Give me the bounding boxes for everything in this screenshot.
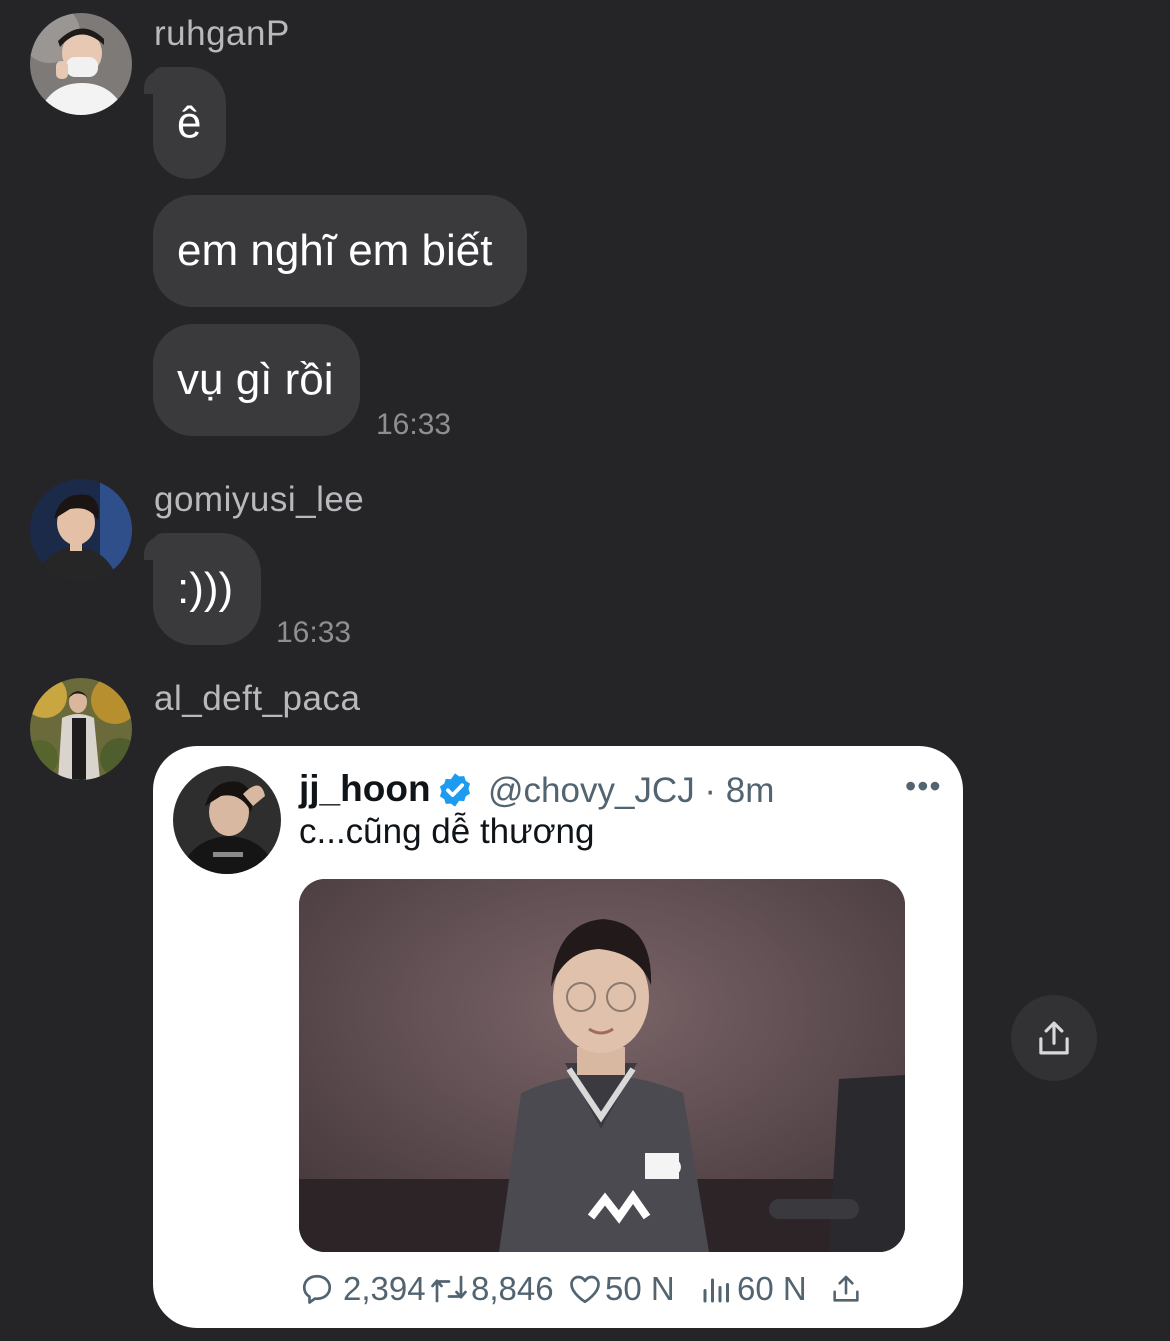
- message-text: ê: [177, 98, 202, 147]
- share-icon: [833, 1275, 859, 1302]
- share-icon: [1039, 1021, 1069, 1055]
- message-bubble[interactable]: vụ gì rồi: [153, 324, 360, 436]
- tweet-author-name[interactable]: jj_hoon: [299, 768, 431, 810]
- views-count: 60 N: [737, 1270, 807, 1307]
- avatar-ruhganp[interactable]: [30, 13, 132, 115]
- avatar-gomiyusi-lee[interactable]: [30, 479, 132, 581]
- message-timestamp: 16:33: [276, 616, 352, 649]
- tweet-handle-and-time: @chovy_JCJ · 8m: [488, 771, 775, 810]
- message-text: vụ gì rồi: [177, 355, 334, 404]
- more-options-icon[interactable]: •••: [905, 768, 942, 805]
- chat-thread: ruhganP ê em nghĩ em biết vụ gì rồi 16:3…: [0, 0, 1170, 1341]
- tweet-share-action[interactable]: [829, 1264, 863, 1314]
- reply-count: 2,394: [343, 1270, 426, 1307]
- share-post-button[interactable]: [1011, 995, 1097, 1081]
- tweet-text: c...cũng dễ thương: [299, 812, 595, 851]
- tweet-actions: 2,394 8,846 50 N 60 N: [299, 1264, 919, 1314]
- sender-name[interactable]: ruhganP: [154, 14, 290, 54]
- shared-tweet-card[interactable]: jj_hoon @chovy_JCJ · 8m ••• c...cũng dễ …: [153, 746, 963, 1328]
- message-timestamp: 16:33: [376, 408, 452, 441]
- avatar-al-deft-paca[interactable]: [30, 678, 132, 780]
- retweet-action[interactable]: 8,846: [429, 1264, 554, 1314]
- reply-action[interactable]: 2,394: [299, 1264, 426, 1314]
- sender-name[interactable]: al_deft_paca: [154, 679, 360, 719]
- message-text: em nghĩ em biết: [177, 226, 493, 275]
- retweet-icon: [431, 1275, 467, 1303]
- message-bubble[interactable]: :))): [153, 533, 261, 645]
- message-bubble[interactable]: ê: [153, 67, 226, 179]
- message-text: :))): [177, 564, 234, 613]
- views-action[interactable]: 60 N: [699, 1264, 807, 1314]
- like-action[interactable]: 50 N: [567, 1264, 675, 1314]
- heart-icon: [570, 1275, 600, 1304]
- sender-name[interactable]: gomiyusi_lee: [154, 480, 364, 520]
- reply-icon: [302, 1274, 332, 1304]
- views-icon: [703, 1278, 729, 1303]
- tweet-photo[interactable]: [299, 879, 905, 1252]
- verified-badge-icon: [439, 773, 471, 807]
- retweet-count: 8,846: [471, 1270, 554, 1307]
- tweet-author-avatar[interactable]: [173, 766, 281, 874]
- like-count: 50 N: [605, 1270, 675, 1307]
- message-bubble[interactable]: em nghĩ em biết: [153, 195, 527, 307]
